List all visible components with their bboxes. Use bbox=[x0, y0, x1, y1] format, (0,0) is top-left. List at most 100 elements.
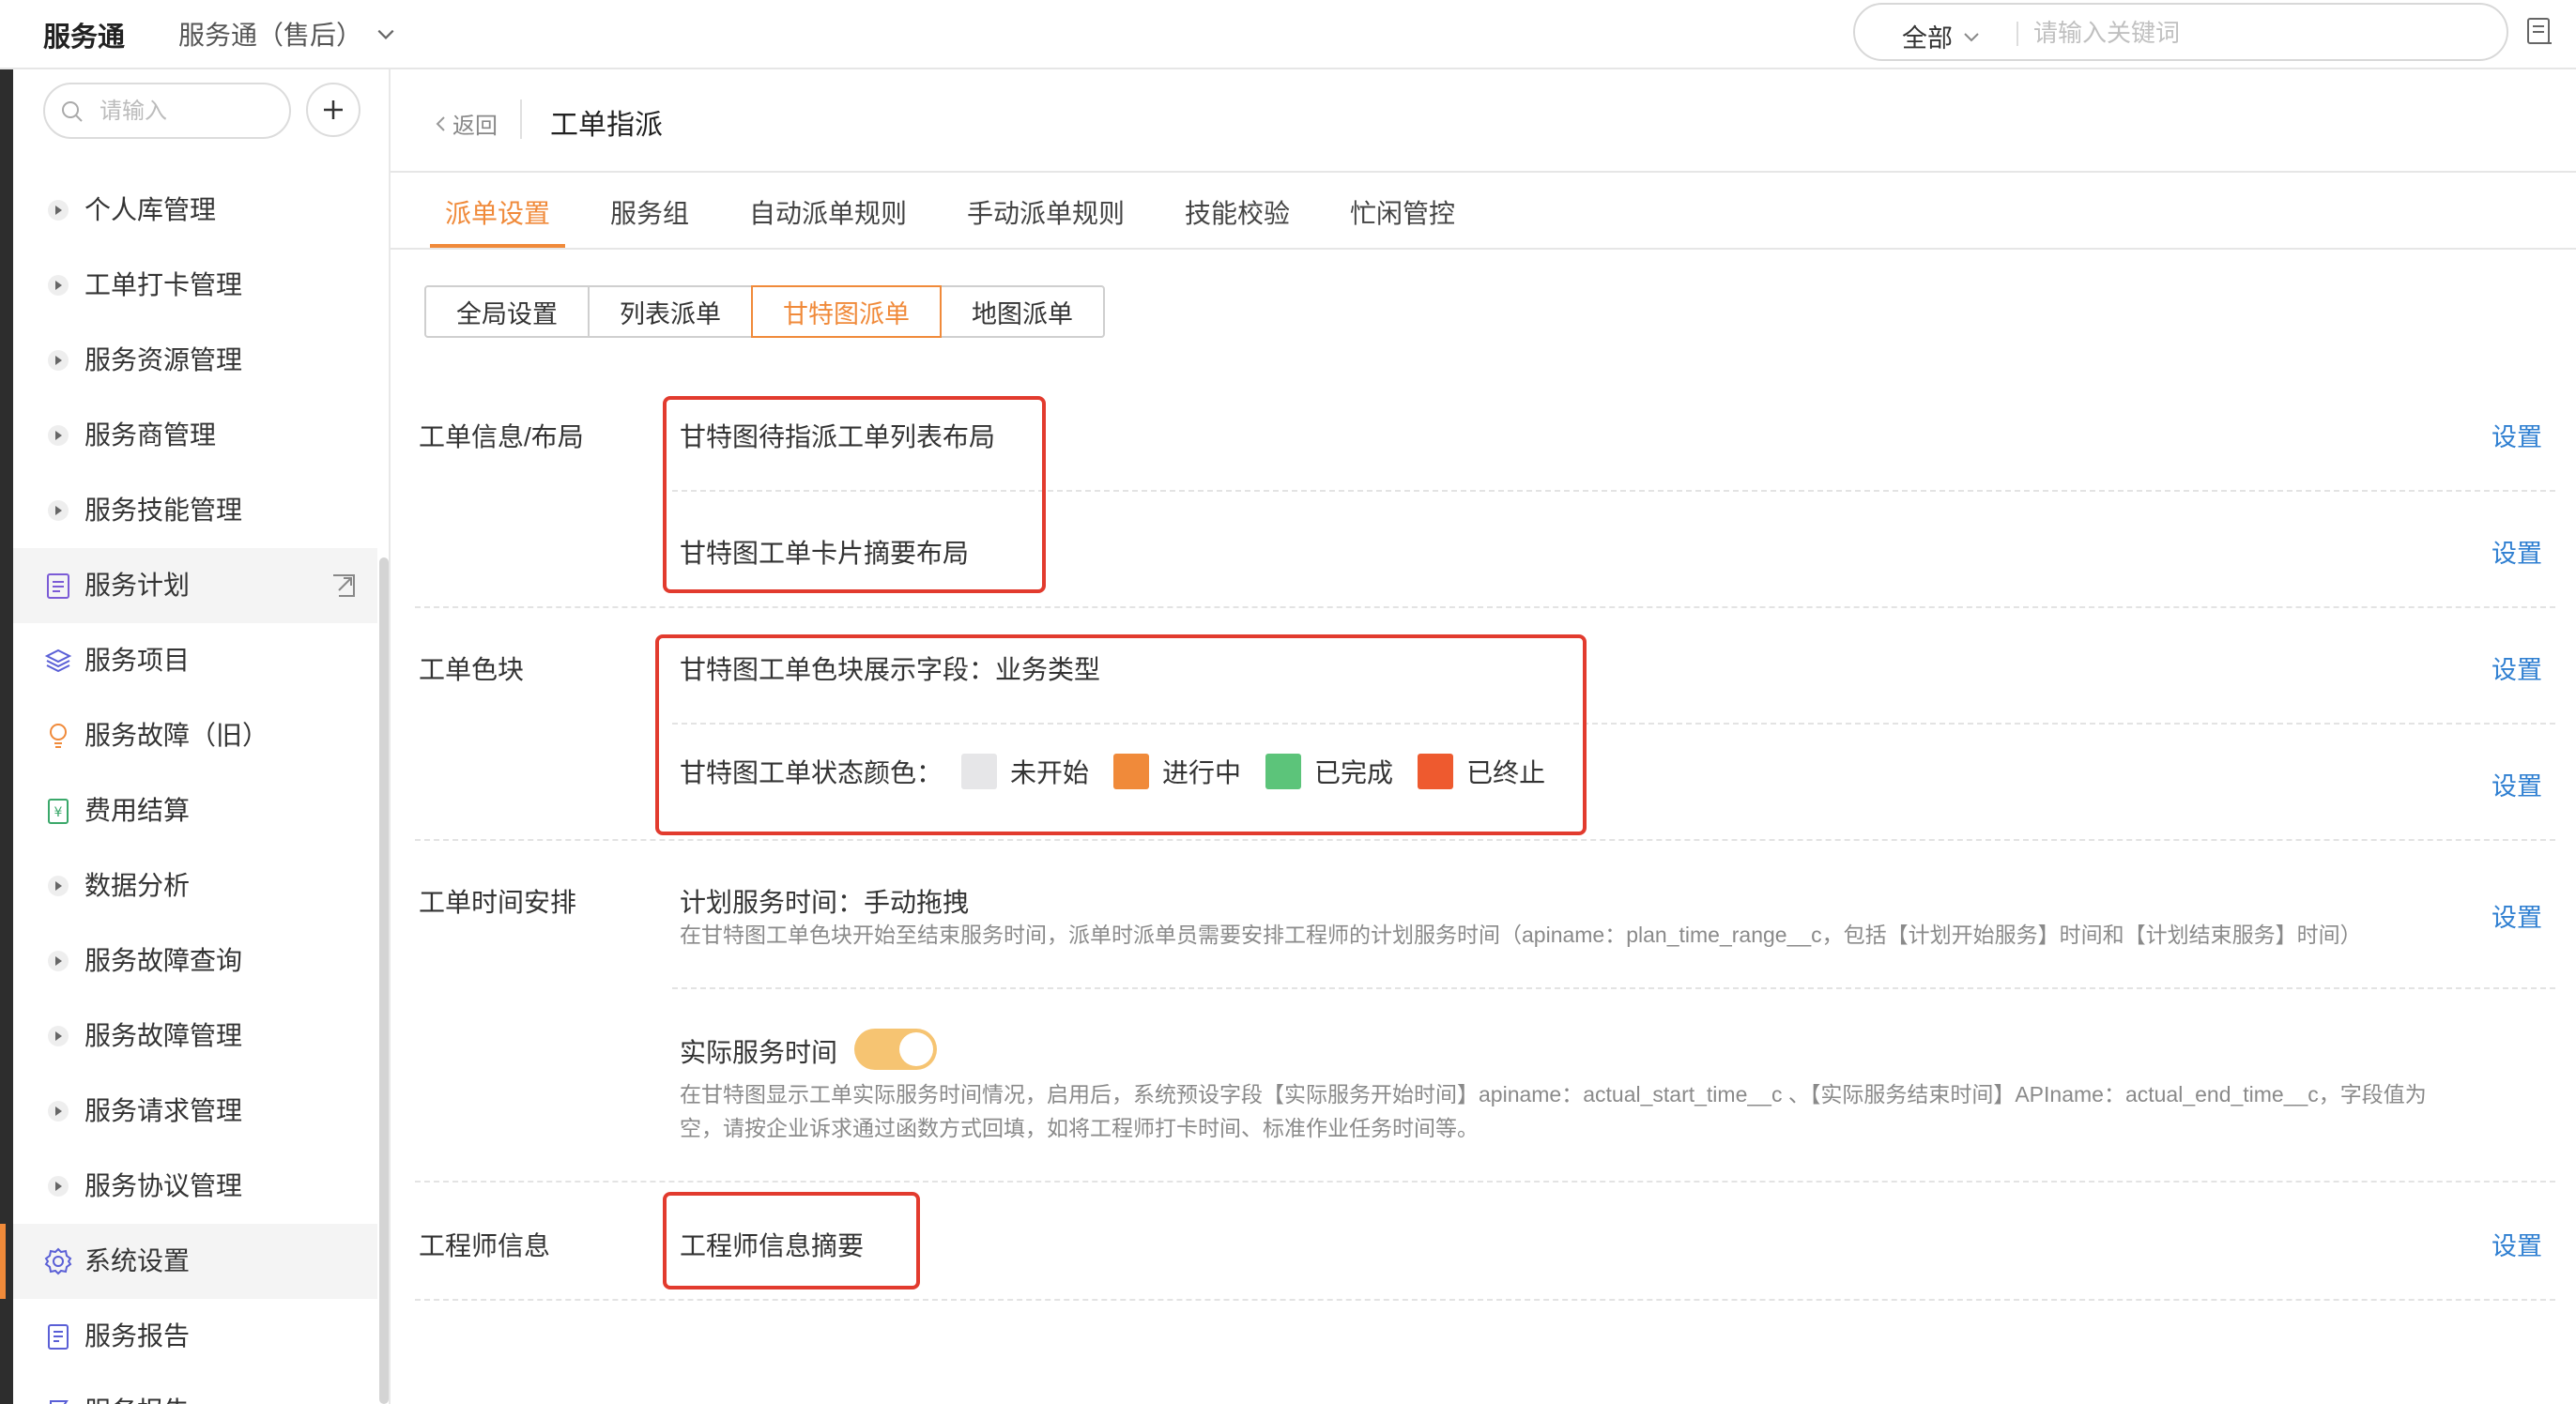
seg-gantt-dispatch[interactable]: 甘特图派单 bbox=[751, 285, 942, 338]
tab-dispatch-settings[interactable]: 派单设置 bbox=[429, 193, 566, 248]
chevron-down-icon bbox=[1964, 32, 1979, 41]
actual-time-toggle[interactable] bbox=[854, 1029, 937, 1070]
brand-title: 服务通 bbox=[43, 23, 126, 53]
search-scope-dropdown[interactable]: 全部 bbox=[1902, 18, 1981, 54]
caret-right-icon bbox=[43, 420, 73, 450]
app-root: 服务通 服务通（售后） 全部 请输入关键词 请输入 个人库管理 工单打卡管理 服… bbox=[0, 0, 2576, 1404]
sidebar-item-service-plan[interactable]: 服务计划 bbox=[13, 548, 377, 623]
sidebar-item-label: 服务技能管理 bbox=[84, 496, 243, 525]
sidebar-item-label: 服务计划 bbox=[84, 571, 191, 600]
sidebar-item-label: 服务商管理 bbox=[84, 420, 217, 450]
app-switcher[interactable]: 服务通（售后） bbox=[178, 15, 396, 53]
left-edge-strip bbox=[0, 69, 13, 1404]
tab-bar: 派单设置 服务组 自动派单规则 手动派单规则 技能校验 忙闲管控 bbox=[391, 175, 2576, 250]
section-label-color: 工单色块 bbox=[419, 655, 525, 684]
sidebar-item-checkin[interactable]: 工单打卡管理 bbox=[13, 248, 377, 323]
tab-auto-dispatch-rules[interactable]: 自动派单规则 bbox=[749, 193, 907, 248]
tab-skill-check[interactable]: 技能校验 bbox=[1185, 193, 1290, 248]
set-link-color-field[interactable]: 设置 bbox=[2492, 649, 2542, 686]
sidebar-item-label: 系统设置 bbox=[84, 1246, 191, 1275]
sidebar-item-fault-manage[interactable]: 服务故障管理 bbox=[13, 999, 377, 1074]
document-icon bbox=[43, 1321, 73, 1351]
section-divider bbox=[415, 1181, 2555, 1183]
set-link-engineer[interactable]: 设置 bbox=[2492, 1226, 2542, 1262]
app-switcher-label: 服务通（售后） bbox=[178, 21, 363, 50]
row-actual-service-time: 实际服务时间 bbox=[680, 1038, 838, 1067]
set-link-status-color[interactable]: 设置 bbox=[2492, 766, 2542, 802]
sidebar-item-agreements[interactable]: 服务协议管理 bbox=[13, 1149, 377, 1224]
set-link-plan-time[interactable]: 设置 bbox=[2492, 897, 2542, 934]
tab-manual-dispatch-rules[interactable]: 手动派单规则 bbox=[967, 193, 1125, 248]
add-button[interactable] bbox=[306, 83, 360, 137]
seg-global-settings[interactable]: 全局设置 bbox=[424, 285, 590, 338]
sidebar-item-label: 工单打卡管理 bbox=[84, 270, 243, 299]
sidebar-search-input[interactable] bbox=[100, 94, 278, 130]
global-search: 全部 bbox=[1853, 3, 2508, 61]
sidebar-item-label: 服务故障查询 bbox=[84, 946, 243, 975]
sidebar-item-service-report-2[interactable]: 服务报告 bbox=[13, 1374, 377, 1404]
flag-icon bbox=[43, 1396, 73, 1404]
sidebar-item-service-project[interactable]: 服务项目 bbox=[13, 623, 377, 698]
caret-right-icon bbox=[43, 496, 73, 526]
caret-right-icon bbox=[43, 195, 73, 225]
sidebar-scrollbar[interactable] bbox=[379, 557, 389, 1404]
layers-icon bbox=[43, 646, 73, 676]
sidebar-item-label: 服务资源管理 bbox=[84, 345, 243, 374]
sidebar-item-providers[interactable]: 服务商管理 bbox=[13, 398, 377, 473]
row-actual-service-time-desc-1: 在甘特图显示工单实际服务时间情况，启用后，系统预设字段【实际服务开始时间】api… bbox=[680, 1082, 2427, 1106]
sidebar-item-label: 服务项目 bbox=[84, 646, 191, 675]
section-label-time: 工单时间安排 bbox=[419, 888, 577, 917]
caret-right-icon bbox=[43, 871, 73, 901]
sidebar-item-label: 服务报告 bbox=[84, 1396, 190, 1404]
search-icon bbox=[62, 101, 83, 122]
sidebar-item-system-settings[interactable]: 系统设置 bbox=[0, 1224, 377, 1299]
seg-map-dispatch[interactable]: 地图派单 bbox=[940, 285, 1105, 338]
row-divider bbox=[672, 987, 2555, 989]
open-external-icon[interactable] bbox=[330, 572, 357, 599]
section-label-engineer: 工程师信息 bbox=[419, 1231, 551, 1260]
search-divider bbox=[2016, 22, 2018, 46]
sidebar-item-personal-library[interactable]: 个人库管理 bbox=[13, 173, 377, 248]
top-bar: 服务通 服务通（售后） 全部 bbox=[0, 0, 2576, 69]
section-divider bbox=[415, 1299, 2555, 1301]
seg-list-dispatch[interactable]: 列表派单 bbox=[588, 285, 753, 338]
bulb-icon bbox=[43, 721, 73, 751]
highlight-box bbox=[663, 1192, 920, 1290]
sidebar-item-resources[interactable]: 服务资源管理 bbox=[13, 323, 377, 398]
sidebar-menu: 个人库管理 工单打卡管理 服务资源管理 服务商管理 服务技能管理 服务计划 服务… bbox=[0, 173, 377, 1404]
caret-right-icon bbox=[43, 946, 73, 976]
highlight-box bbox=[655, 634, 1587, 835]
section-divider bbox=[415, 606, 2555, 608]
tab-busy-control[interactable]: 忙闲管控 bbox=[1350, 193, 1455, 248]
caret-right-icon bbox=[43, 1096, 73, 1126]
sidebar-item-requests[interactable]: 服务请求管理 bbox=[13, 1074, 377, 1149]
back-button[interactable]: 返回 bbox=[434, 107, 498, 140]
receipt-icon: ¥ bbox=[43, 796, 73, 826]
set-link-pending-list[interactable]: 设置 bbox=[2492, 417, 2542, 453]
sidebar-item-label: 服务请求管理 bbox=[84, 1096, 243, 1125]
highlight-box bbox=[663, 396, 1046, 593]
sidebar-item-fault-old[interactable]: 服务故障（旧） bbox=[13, 698, 377, 773]
back-label: 返回 bbox=[452, 114, 498, 139]
set-link-card-summary[interactable]: 设置 bbox=[2492, 533, 2542, 570]
sidebar-item-settlement[interactable]: ¥ 费用结算 bbox=[13, 773, 377, 848]
page-header: 返回 工单指派 bbox=[391, 69, 2576, 173]
caret-right-icon bbox=[43, 1171, 73, 1201]
toggle-knob bbox=[899, 1032, 933, 1066]
sidebar-item-label: 费用结算 bbox=[84, 796, 191, 825]
row-plan-service-time: 计划服务时间：手动拖拽 bbox=[680, 888, 970, 917]
notes-icon[interactable] bbox=[2523, 15, 2555, 47]
sidebar-item-fault-query[interactable]: 服务故障查询 bbox=[13, 923, 377, 999]
caret-right-icon bbox=[43, 345, 73, 375]
sidebar-item-analytics[interactable]: 数据分析 bbox=[13, 848, 377, 923]
header-divider bbox=[520, 99, 522, 139]
sidebar-item-label: 数据分析 bbox=[84, 871, 191, 900]
sidebar-item-skills[interactable]: 服务技能管理 bbox=[13, 473, 377, 548]
section-label-layout: 工单信息/布局 bbox=[419, 422, 584, 451]
sidebar-search bbox=[43, 83, 291, 139]
tab-service-group[interactable]: 服务组 bbox=[610, 193, 689, 248]
sidebar-item-service-report[interactable]: 服务报告 bbox=[13, 1299, 377, 1374]
row-actual-service-time-desc-2: 空，请按企业诉求通过函数方式回填，如将工程师打卡时间、标准作业任务时间等。 bbox=[680, 1116, 1479, 1140]
global-search-input[interactable] bbox=[2033, 14, 2484, 52]
chevron-left-icon bbox=[436, 115, 445, 131]
